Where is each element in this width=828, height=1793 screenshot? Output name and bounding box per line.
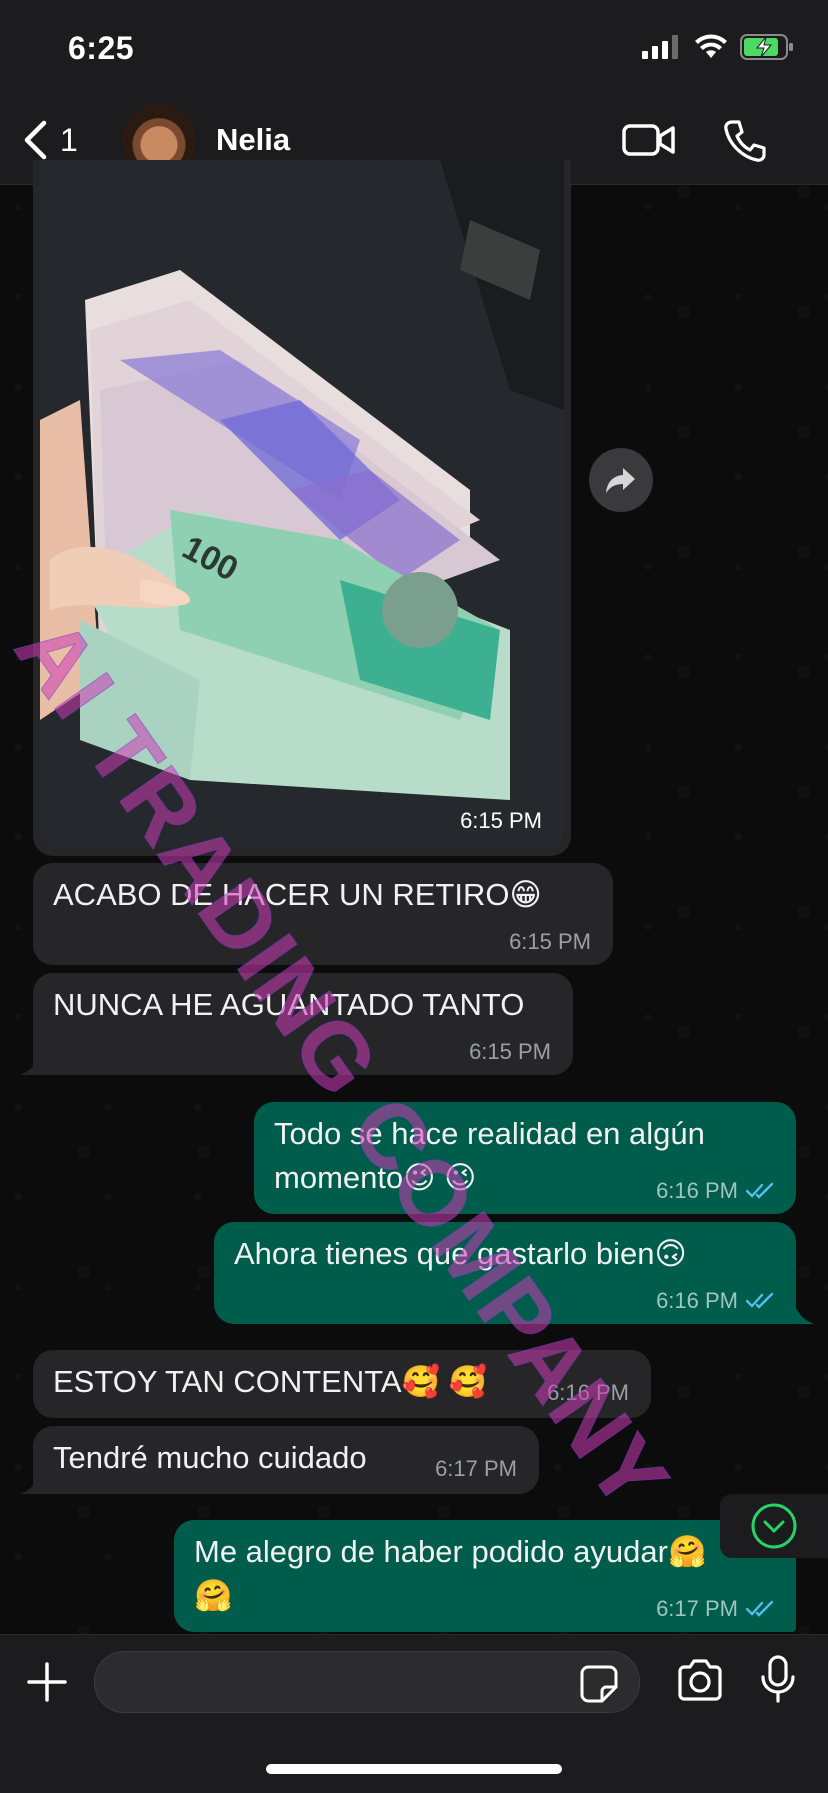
message-text: NUNCA HE AGUANTADO TANTO	[53, 987, 525, 1022]
money-photo[interactable]: 100 6:15 PM	[40, 160, 564, 848]
message-text: Tendré mucho cuidado	[53, 1440, 367, 1475]
money-photo-graphic: 100	[40, 160, 564, 848]
signal-icon	[642, 35, 678, 59]
status-icons	[642, 34, 794, 60]
back-button[interactable]: 1	[22, 120, 78, 160]
message-time: 6:16 PM	[547, 1380, 629, 1405]
read-ticks-icon	[746, 1292, 774, 1309]
chevron-down-circle-icon	[751, 1503, 797, 1549]
bubble-tail	[20, 1055, 40, 1075]
bubble-tail	[20, 1474, 40, 1494]
incoming-message[interactable]: NUNCA HE AGUANTADO TANTO 6:15 PM	[33, 973, 573, 1075]
microphone-icon[interactable]	[760, 1655, 796, 1703]
unread-count: 1	[60, 121, 78, 158]
outgoing-message[interactable]: Todo se hace realidad en algún momento😉 …	[254, 1102, 796, 1214]
message-time: 6:15 PM	[460, 808, 542, 833]
read-ticks-icon	[746, 1182, 774, 1199]
message-text: ESTOY TAN CONTENTA🥰 🥰	[53, 1364, 488, 1399]
message-text-line2: 🤗	[194, 1578, 233, 1613]
read-ticks-icon	[746, 1600, 774, 1617]
video-call-icon[interactable]	[622, 120, 676, 160]
message-text-line1: Todo se hace realidad en algún	[274, 1116, 705, 1151]
message-text: ACABO DE HACER UN RETIRO😁	[53, 877, 542, 912]
message-time: 6:17 PM	[435, 1456, 517, 1481]
message-text: Ahora tienes que gastarlo bien🙃	[234, 1236, 687, 1271]
wifi-icon	[695, 34, 727, 58]
camera-icon[interactable]	[676, 1659, 724, 1701]
message-time: 6:15 PM	[469, 1039, 551, 1064]
incoming-message[interactable]: ESTOY TAN CONTENTA🥰 🥰 6:16 PM	[33, 1350, 651, 1418]
incoming-message[interactable]: Tendré mucho cuidado 6:17 PM	[33, 1426, 539, 1494]
bubble-tail	[794, 1304, 814, 1324]
message-text-line1: Me alegro de haber podido ayudar🤗	[194, 1534, 707, 1569]
message-text-line2: momento😉 😉	[274, 1160, 477, 1195]
sticker-icon[interactable]	[580, 1665, 618, 1703]
battery-charging-icon	[740, 34, 793, 60]
plus-icon[interactable]	[26, 1661, 68, 1703]
forward-icon	[606, 468, 635, 493]
outgoing-message[interactable]: Ahora tienes que gastarlo bien🙃 6:16 PM	[214, 1222, 796, 1324]
incoming-message[interactable]: ACABO DE HACER UN RETIRO😁 6:15 PM	[33, 863, 613, 965]
message-time: 6:16 PM	[656, 1288, 738, 1313]
message-time: 6:16 PM	[656, 1178, 738, 1203]
forward-button[interactable]	[589, 448, 653, 512]
contact-name[interactable]: Nelia	[216, 122, 290, 158]
message-time: 6:15 PM	[509, 929, 591, 954]
scroll-to-bottom-button[interactable]	[720, 1494, 828, 1558]
message-time: 6:17 PM	[656, 1596, 738, 1621]
status-bar: 6:25	[0, 0, 828, 100]
message-input[interactable]	[94, 1651, 640, 1713]
home-indicator	[266, 1764, 562, 1774]
outgoing-message[interactable]: Me alegro de haber podido ayudar🤗 🤗 6:17…	[174, 1520, 796, 1632]
phone-icon[interactable]	[722, 118, 768, 164]
chevron-left-icon	[24, 120, 47, 160]
status-time: 6:25	[68, 30, 135, 66]
image-message[interactable]: 100 6:15 PM	[33, 160, 571, 856]
